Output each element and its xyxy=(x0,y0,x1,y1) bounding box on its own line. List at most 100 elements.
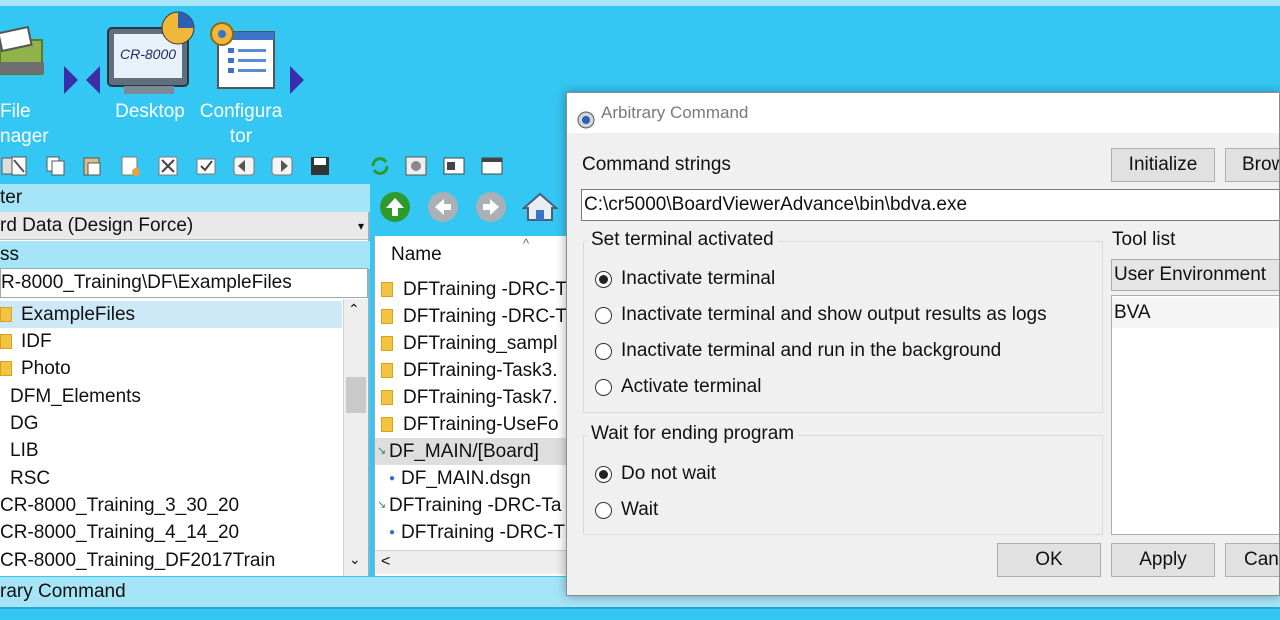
tree-item[interactable]: ExampleFiles xyxy=(0,301,342,328)
list-item[interactable]: DFTraining -DRC-T xyxy=(375,276,571,303)
copy-icon[interactable] xyxy=(44,154,68,178)
list-item[interactable]: ● DFTraining -DRC-T xyxy=(375,519,571,546)
tree-item[interactable]: DFM_Elements xyxy=(0,383,342,410)
cancel-button[interactable]: Can xyxy=(1225,543,1279,577)
list-item[interactable]: ↘ DF_MAIN/[Board] xyxy=(375,438,571,465)
name-column-header[interactable]: Name xyxy=(391,244,442,266)
folder-icon xyxy=(0,307,12,322)
radio-button-icon[interactable] xyxy=(595,466,612,483)
list-item[interactable]: ↘ DFTraining -DRC-Ta xyxy=(375,492,571,519)
list-item[interactable]: DFTraining -DRC-T xyxy=(375,303,571,330)
refresh-icon[interactable] xyxy=(368,154,392,178)
tree-item[interactable]: CR-8000_Training_4_14_20 xyxy=(0,519,342,546)
check-icon[interactable] xyxy=(194,154,218,178)
delete-icon[interactable] xyxy=(156,154,180,178)
filter-header: ter xyxy=(0,184,370,212)
address-input[interactable]: R-8000_Training\DF\ExampleFiles xyxy=(0,268,368,298)
ok-button[interactable]: OK xyxy=(997,543,1101,577)
list-item[interactable]: DFTraining-Task7. xyxy=(375,384,571,411)
window-icon[interactable] xyxy=(480,154,504,178)
new-file-icon[interactable] xyxy=(118,154,142,178)
wait-group-title: Wait for ending program xyxy=(587,423,799,445)
command-input[interactable]: C:\cr5000\BoardViewerAdvance\bin\bdva.ex… xyxy=(581,189,1279,221)
tool-list-label: Tool list xyxy=(1112,229,1176,250)
scroll-thumb[interactable] xyxy=(346,377,366,413)
file-list: Name ^ DFTraining -DRC-T DFTraining -DRC… xyxy=(374,236,571,576)
back-small-icon[interactable] xyxy=(232,154,256,178)
folder-icon xyxy=(381,417,393,432)
list-item[interactable]: DFTraining-UseFo xyxy=(375,411,571,438)
radio-button-icon[interactable] xyxy=(595,271,612,288)
configurator-label[interactable]: Configura tor xyxy=(196,99,286,149)
browse-button[interactable]: Brow xyxy=(1225,148,1279,182)
design-data-combo-value: rd Data (Design Force) xyxy=(0,215,194,236)
folder-icon xyxy=(381,282,393,297)
folder-tree: ExampleFiles IDF Photo DFM_Elements DG L… xyxy=(0,299,342,576)
back-icon[interactable] xyxy=(428,192,458,222)
horizontal-scrollbar[interactable]: < xyxy=(375,550,571,574)
arbitrary-command-dialog: Arbitrary Command Command strings Initia… xyxy=(566,92,1280,596)
apply-button[interactable]: Apply xyxy=(1111,543,1215,577)
desktop-icon[interactable]: CR-8000 xyxy=(104,10,198,102)
tree-item[interactable]: DG xyxy=(0,410,342,437)
board-icon: ↘ xyxy=(377,445,387,457)
folder-icon xyxy=(0,361,12,376)
forward-icon[interactable] xyxy=(476,192,506,222)
file-manager-label[interactable]: File nager xyxy=(0,99,49,149)
command-strings-label: Command strings xyxy=(582,154,731,175)
wrench-icon[interactable] xyxy=(8,154,32,178)
bottom-strip xyxy=(0,607,1280,620)
design-file-icon: ● xyxy=(389,473,396,484)
list-item[interactable]: BVA xyxy=(1112,298,1279,328)
tree-item[interactable]: CR-8000_Training_3_30_20 xyxy=(0,492,342,519)
tool-list-combo[interactable]: User Environment xyxy=(1111,259,1279,291)
file-list-toolbar xyxy=(372,184,572,234)
dialog-title-bar[interactable]: Arbitrary Command xyxy=(567,93,1279,133)
nav-arrows-left[interactable] xyxy=(62,64,102,96)
nav-arrow-right[interactable] xyxy=(288,64,308,96)
tree-item[interactable]: Photo xyxy=(0,355,342,382)
tree-item[interactable]: CR-8000_Training_DF2017Train xyxy=(0,547,342,574)
list-item[interactable]: DFTraining_sampl xyxy=(375,330,571,357)
settings-image-icon[interactable] xyxy=(404,154,428,178)
dialog-title: Arbitrary Command xyxy=(601,103,749,122)
desktop-screen-text: CR-8000 xyxy=(119,46,177,62)
folder-icon xyxy=(0,334,12,349)
terminal-group-title: Set terminal activated xyxy=(587,229,778,251)
file-manager-icon[interactable] xyxy=(0,22,48,84)
design-data-combo[interactable]: rd Data (Design Force) ▾ xyxy=(0,212,368,240)
save-icon[interactable] xyxy=(308,154,332,178)
initialize-button[interactable]: Initialize xyxy=(1111,148,1215,182)
forward-small-icon[interactable] xyxy=(270,154,294,178)
radio-button-icon[interactable] xyxy=(595,307,612,324)
tool-listbox[interactable]: BVA xyxy=(1111,295,1279,535)
board-icon: ↘ xyxy=(377,499,387,511)
radio-button-icon[interactable] xyxy=(595,502,612,519)
scroll-up-icon[interactable]: ⌃ xyxy=(348,301,360,318)
go-up-icon[interactable] xyxy=(380,192,410,222)
view-icon[interactable] xyxy=(442,154,466,178)
configurator-icon[interactable] xyxy=(208,22,276,92)
tree-scrollbar[interactable]: ⌃ ⌄ xyxy=(343,299,368,576)
desktop-label[interactable]: Desktop xyxy=(108,99,192,124)
folder-icon xyxy=(381,363,393,378)
folder-icon xyxy=(381,390,393,405)
tree-item[interactable]: RSC xyxy=(0,465,342,492)
list-item[interactable]: ● DF_MAIN.dsgn xyxy=(375,465,571,492)
radio-button-icon[interactable] xyxy=(595,343,612,360)
list-item[interactable]: DFTraining-Task3. xyxy=(375,357,571,384)
left-panel: ter rd Data (Design Force) ▾ ss R-8000_T… xyxy=(0,184,370,576)
scroll-left-icon[interactable]: < xyxy=(381,551,390,573)
tree-item[interactable]: IDF xyxy=(0,328,342,355)
tree-item[interactable]: LIB xyxy=(0,437,342,464)
paste-icon[interactable] xyxy=(80,154,104,178)
address-header: ss xyxy=(0,241,370,269)
scroll-down-icon[interactable]: ⌄ xyxy=(349,551,361,568)
home-icon[interactable] xyxy=(521,190,559,224)
dropdown-arrow-icon[interactable]: ▾ xyxy=(358,212,364,240)
top-strip xyxy=(0,0,1280,6)
design-file-icon: ● xyxy=(389,527,396,538)
radio-button-icon[interactable] xyxy=(595,379,612,396)
folder-icon xyxy=(381,309,393,324)
sort-indicator-icon: ^ xyxy=(523,236,530,251)
